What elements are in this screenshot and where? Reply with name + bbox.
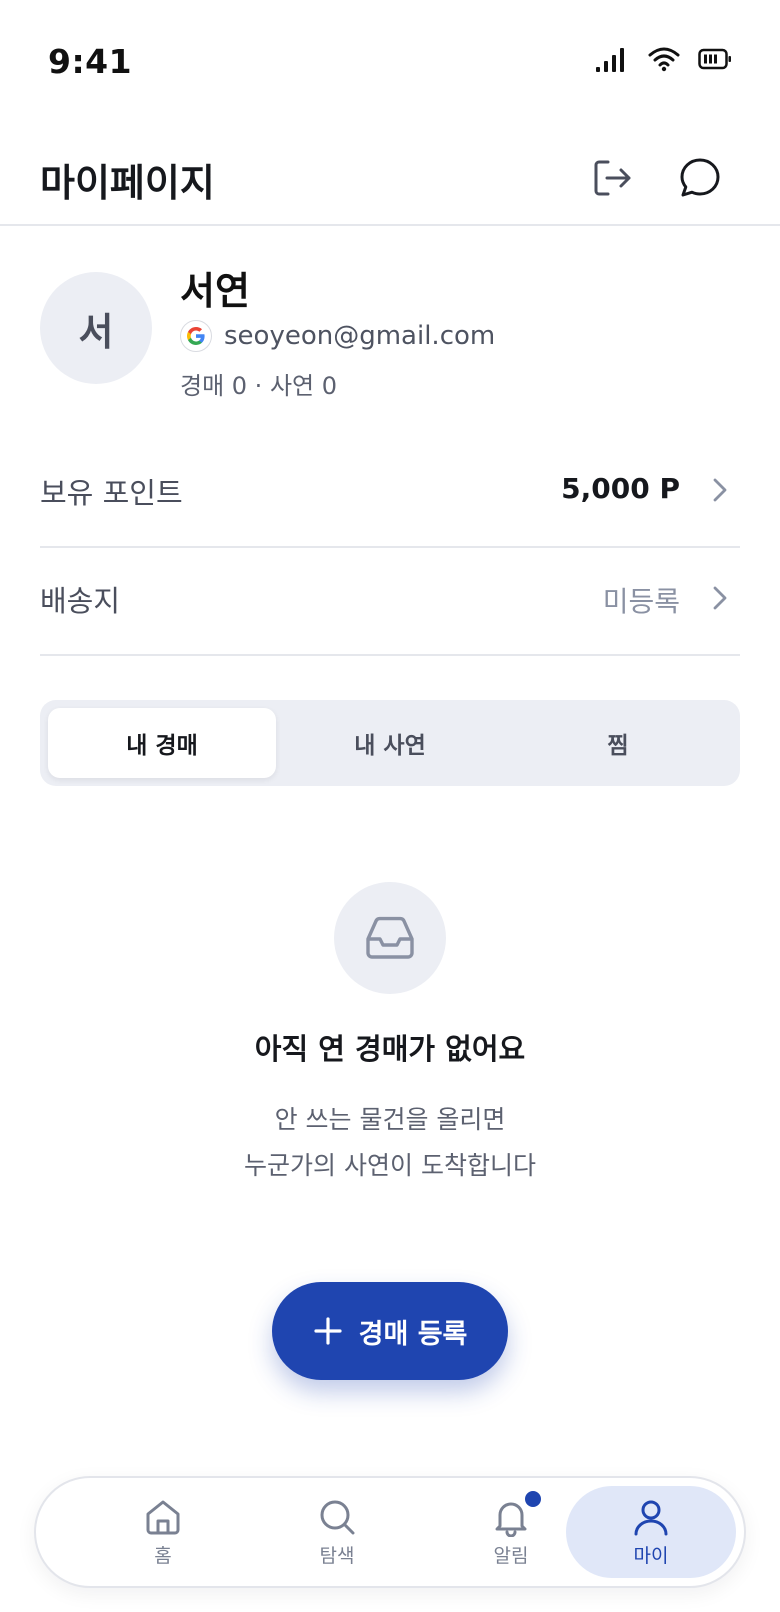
bell-icon-wrap bbox=[491, 1490, 541, 1537]
home-icon-wrap bbox=[143, 1497, 183, 1537]
logout-icon bbox=[594, 160, 631, 196]
nav-search-label: 탐색 bbox=[319, 1544, 355, 1567]
profile-stats: 경매 0 · 사연 0 bbox=[180, 372, 338, 400]
notification-badge bbox=[525, 1490, 541, 1507]
status-bar: 9:41 bbox=[0, 0, 780, 110]
tab-my-stories[interactable]: 내 사연 bbox=[276, 708, 504, 778]
wifi-icon bbox=[648, 47, 680, 72]
tab-wishlist[interactable]: 찜 bbox=[504, 708, 732, 778]
nav-home[interactable]: 홈 bbox=[78, 1486, 248, 1578]
chevron-right-icon bbox=[713, 586, 727, 610]
home-icon bbox=[146, 1500, 180, 1534]
nav-notifications-label: 알림 bbox=[493, 1544, 529, 1567]
user-icon bbox=[634, 1500, 668, 1535]
address-row[interactable]: 배송지 미등록 bbox=[40, 548, 740, 656]
register-auction-button[interactable]: 경매 등록 bbox=[272, 1282, 508, 1380]
chevron-right-icon bbox=[713, 478, 727, 502]
email-text: seoyeon@gmail.com bbox=[224, 321, 496, 351]
logout-button[interactable] bbox=[586, 152, 638, 204]
search-icon bbox=[320, 1500, 355, 1534]
chat-button[interactable] bbox=[674, 152, 726, 204]
nav-my[interactable]: 마이 bbox=[566, 1486, 736, 1578]
app-header: 마이페이지 bbox=[0, 130, 780, 226]
segmented-tabs: 내 경매 내 사연 찜 bbox=[40, 700, 740, 786]
points-row[interactable]: 보유 포인트 5,000 P bbox=[40, 440, 740, 548]
user-icon-wrap bbox=[631, 1497, 671, 1537]
chat-bubble-icon bbox=[680, 158, 720, 197]
profile-name: 서연 bbox=[180, 269, 250, 313]
cellular-signal-icon bbox=[596, 48, 624, 72]
nav-search[interactable]: 탐색 bbox=[252, 1486, 422, 1578]
points-value: 5,000 P bbox=[561, 472, 680, 505]
page-title: 마이페이지 bbox=[40, 161, 215, 205]
register-auction-label: 경매 등록 bbox=[358, 1318, 468, 1350]
battery-icon bbox=[698, 48, 731, 70]
empty-state-description-line2: 누군가의 사연이 도착합니다 bbox=[244, 1151, 536, 1180]
empty-state-icon-wrap bbox=[334, 882, 446, 994]
tab-my-auctions[interactable]: 내 경매 bbox=[48, 708, 276, 778]
points-label: 보유 포인트 bbox=[40, 476, 183, 510]
address-label: 배송지 bbox=[40, 584, 121, 618]
empty-state-title: 아직 연 경매가 없어요 bbox=[254, 1032, 526, 1066]
status-icons bbox=[596, 46, 732, 72]
search-icon-wrap bbox=[317, 1497, 357, 1537]
inbox-icon bbox=[366, 916, 414, 959]
address-value: 미등록 bbox=[602, 585, 680, 618]
email-row: seoyeon@gmail.com bbox=[180, 320, 495, 352]
avatar: 서 bbox=[40, 272, 152, 384]
status-time: 9:41 bbox=[48, 42, 133, 81]
plus-icon bbox=[314, 1317, 342, 1345]
nav-home-label: 홈 bbox=[154, 1544, 172, 1567]
nav-my-label: 마이 bbox=[633, 1544, 669, 1567]
empty-state-description-line1: 안 쓰는 물건을 올리면 bbox=[274, 1105, 506, 1134]
bottom-nav: 홈 탐색 알림 마이 bbox=[34, 1476, 746, 1588]
google-icon bbox=[180, 320, 212, 352]
